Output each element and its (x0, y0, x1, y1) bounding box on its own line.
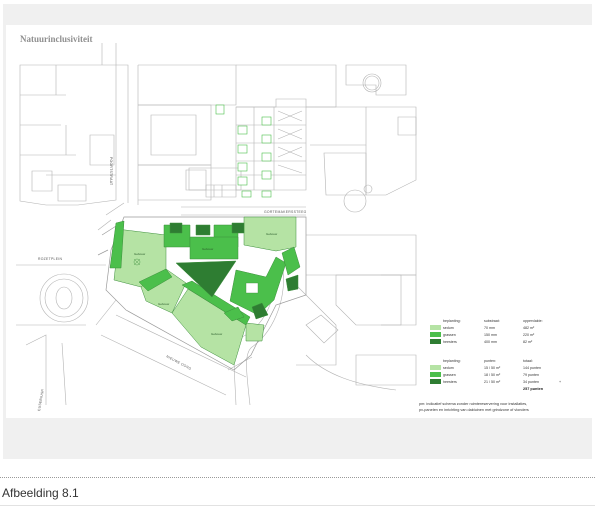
svg-text:Gebouw: Gebouw (134, 252, 146, 256)
legend2-label-grassen: grassen (443, 373, 456, 377)
legend1-header-beplanting: beplanting: (443, 319, 461, 323)
roof-heesters-north-a (169, 222, 183, 234)
roof-grassen-far-east (281, 246, 301, 276)
legend1-substrate-heesters: 400 mm (484, 340, 497, 344)
street-label-rozetplein: ROZETPLEIN (38, 257, 63, 261)
legend1-label-heesters: heesters (443, 340, 457, 344)
legend2-label-sedum: sedum (443, 366, 454, 370)
figure-caption: Afbeelding 8.1 (2, 486, 79, 500)
street-label-poortstraat: POORTSTRAAT (109, 157, 113, 185)
legend2-swatch-heesters (430, 379, 441, 384)
plan-title: Natuurinclusiviteit (20, 34, 93, 44)
legend2-total-sedum: 144 punten (523, 366, 541, 370)
legend: beplanting: substraat: oppervlakte: sedu… (419, 319, 561, 412)
svg-text:Gebouw: Gebouw (211, 332, 223, 336)
legend2-sum: 257 punten (523, 387, 544, 391)
svg-text:Gebouw: Gebouw (266, 232, 278, 236)
legend-note-line-1: pm: indicatief schema zonder ruimtereser… (419, 402, 527, 406)
roof-heesters-north-c (195, 224, 211, 236)
street-label-eusebius: EUSEBIUSP. (37, 388, 45, 411)
legend2-swatch-sedum (430, 365, 441, 370)
townhouse-strip (205, 106, 307, 198)
legend2-header-totaal: totaal: (523, 359, 533, 363)
legend2-points-grassen: 18 / 50 m² (484, 373, 501, 377)
legend-table-substrate: beplanting: substraat: oppervlakte: sedu… (430, 319, 543, 344)
roof-sedum-east-b (245, 322, 265, 342)
legend2-swatch-grassen (430, 372, 441, 377)
legend2-header-punten: punten: (484, 359, 496, 363)
legend1-label-sedum: sedum (443, 326, 454, 330)
legend2-points-sedum: 15 / 50 m² (484, 366, 501, 370)
legend-table-points: beplanting: punten: totaal: sedum 15 / 5… (430, 359, 561, 391)
legend1-header-substraat: substraat: (484, 319, 500, 323)
caption-bottom-divider (0, 505, 595, 506)
townhouse-plots (215, 104, 272, 198)
svg-text:Gebouw: Gebouw (158, 302, 170, 306)
legend1-area-sedum: 482 m² (523, 326, 535, 330)
legend1-header-oppervlakte: oppervlakte: (523, 319, 543, 323)
caption-divider (0, 477, 595, 478)
roof-grassen-center (189, 236, 239, 260)
legend2-header-beplanting: beplanting: (443, 359, 461, 363)
street-label-gortemakerssteeg: GORTEMAKERSSTEEG (264, 210, 307, 214)
site-plan-sheet: Gebouw Gebouw Gebouw Gebouw Gebouw POORT… (6, 25, 592, 418)
legend1-label-grassen: grassen (443, 333, 456, 337)
legend1-swatch-heesters (430, 339, 441, 344)
legend2-points-heesters: 21 / 50 m² (484, 380, 501, 384)
roof-heesters-far-east (285, 274, 299, 292)
legend2-total-heesters: 34 punten (523, 380, 539, 384)
green-roofs (109, 216, 301, 366)
legend1-substrate-sedum: 70 mm (484, 326, 495, 330)
legend2-plus-sign: + (559, 380, 561, 384)
legend1-swatch-sedum (430, 325, 441, 330)
roof-heesters-court (175, 260, 237, 298)
svg-text:Gebouw: Gebouw (202, 247, 214, 251)
legend-note-line-2: pv-panelen en inrichting van daktuinen m… (419, 408, 529, 412)
legend1-swatch-grassen (430, 332, 441, 337)
site-plan-map: Gebouw Gebouw Gebouw Gebouw Gebouw POORT… (16, 43, 561, 412)
legend1-substrate-grassen: 150 mm (484, 333, 497, 337)
legend2-total-grassen: 79 punten (523, 373, 539, 377)
legend1-area-heesters: 82 m² (523, 340, 533, 344)
street-label-nieuwe-oord: NIEUWE OORD (166, 354, 193, 371)
roof-heesters-north-b (231, 222, 245, 234)
legend2-label-heesters: heesters (443, 380, 457, 384)
legend1-area-grassen: 220 m² (523, 333, 535, 337)
